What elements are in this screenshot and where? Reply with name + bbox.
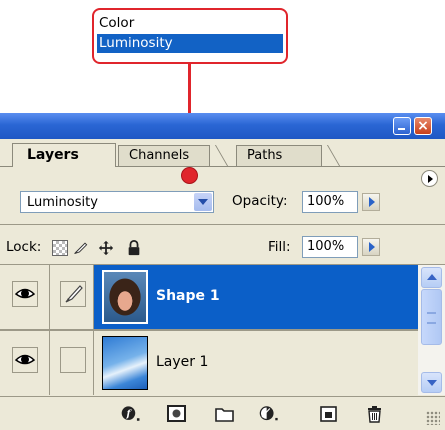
layer-mask-icon[interactable]: [166, 403, 188, 425]
layer-row-layer-1[interactable]: Layer 1: [0, 331, 418, 395]
layer-style-icon[interactable]: f: [120, 403, 142, 425]
flyout-menu-icon[interactable]: [421, 170, 438, 187]
fill-field[interactable]: 100%: [302, 236, 358, 258]
link-cell[interactable]: [50, 265, 94, 329]
layers-scrollbar[interactable]: [418, 265, 445, 395]
brush-icon: [60, 281, 86, 307]
trash-icon[interactable]: [364, 403, 386, 425]
minimize-icon[interactable]: [393, 117, 411, 135]
layers-toolbar: f: [0, 396, 445, 430]
layer-name: Shape 1: [156, 288, 220, 304]
lock-label: Lock:: [6, 239, 42, 255]
divider: [0, 224, 445, 225]
scroll-up-icon[interactable]: [421, 267, 442, 288]
layers-list: Shape 1 Layer 1: [0, 265, 418, 395]
layer-thumbnail: [102, 270, 148, 324]
eye-icon[interactable]: [12, 281, 38, 307]
empty-link-box: [60, 347, 86, 373]
visibility-cell[interactable]: [0, 265, 50, 329]
layer-name: Layer 1: [156, 354, 209, 370]
palette-tabs: Layers Channels Paths: [0, 139, 445, 187]
eye-icon[interactable]: [12, 347, 38, 373]
blend-option-luminosity[interactable]: Luminosity: [97, 34, 283, 53]
lock-position-icon[interactable]: [98, 240, 114, 256]
fill-slider-arrow-icon[interactable]: [362, 238, 380, 256]
lock-image-icon[interactable]: [73, 240, 89, 256]
blend-option-color[interactable]: Color: [97, 14, 283, 33]
opacity-field[interactable]: 100%: [302, 191, 358, 213]
lock-transparency-icon[interactable]: [52, 240, 68, 256]
tab-layers[interactable]: Layers: [12, 143, 116, 167]
lock-all-icon[interactable]: [126, 240, 142, 256]
layers-palette: × Layers Channels Paths Luminosity Opaci…: [0, 113, 445, 430]
layer-area[interactable]: Layer 1: [94, 331, 418, 395]
new-layer-icon[interactable]: [318, 403, 340, 425]
resize-grip-icon[interactable]: [426, 411, 440, 425]
blend-mode-dropdown-list: Color Luminosity: [92, 8, 288, 64]
palette-titlebar[interactable]: ×: [0, 113, 445, 139]
blend-mode-value: Luminosity: [27, 195, 98, 210]
adjustment-layer-icon[interactable]: [258, 403, 280, 425]
fill-label: Fill:: [268, 239, 291, 255]
scroll-thumb[interactable]: [421, 289, 442, 345]
link-cell[interactable]: [50, 331, 94, 395]
layer-row-shape-1[interactable]: Shape 1: [0, 265, 418, 329]
callout-dot-marker: [181, 167, 198, 184]
scroll-down-icon[interactable]: [421, 372, 442, 393]
chevron-down-icon[interactable]: [194, 193, 212, 211]
opacity-slider-arrow-icon[interactable]: [362, 193, 380, 211]
tab-channels[interactable]: Channels: [118, 145, 210, 166]
tab-paths[interactable]: Paths: [236, 145, 322, 166]
blend-mode-select[interactable]: Luminosity: [20, 191, 214, 213]
opacity-label: Opacity:: [232, 193, 288, 209]
layer-selected-area[interactable]: Shape 1: [94, 265, 418, 329]
visibility-cell[interactable]: [0, 331, 50, 395]
new-group-icon[interactable]: [214, 403, 236, 425]
layer-thumbnail: [102, 336, 148, 390]
close-icon[interactable]: ×: [414, 117, 432, 135]
